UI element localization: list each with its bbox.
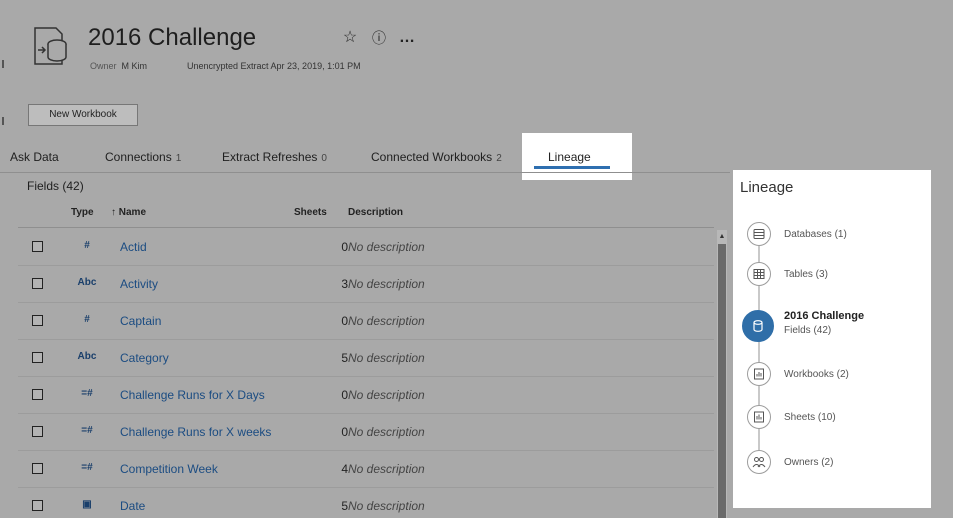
tab-connected-workbooks[interactable]: Connected Workbooks 2: [371, 150, 502, 164]
field-description: No description: [348, 425, 425, 439]
row-checkbox[interactable]: [32, 500, 43, 511]
header-divider: [18, 227, 714, 228]
tab-label: Connected Workbooks: [371, 150, 493, 164]
field-description: No description: [348, 388, 425, 402]
table-icon[interactable]: [747, 262, 771, 286]
field-name-link[interactable]: Challenge Runs for X Days: [120, 388, 265, 402]
field-description: No description: [348, 462, 425, 476]
field-name-link[interactable]: Date: [120, 499, 145, 513]
fields-count-heading: Fields (42): [27, 179, 84, 193]
datasource-icon: [32, 22, 74, 68]
tab-label: Ask Data: [10, 150, 59, 164]
tab-count: 0: [321, 153, 327, 164]
table-row[interactable]: Abc Category 5 No description: [18, 340, 714, 377]
row-checkbox[interactable]: [32, 315, 43, 326]
tab-count: 1: [175, 153, 182, 164]
tab-extract-refreshes[interactable]: Extract Refreshes 0: [222, 150, 327, 164]
row-checkbox[interactable]: [32, 389, 43, 400]
owner-name[interactable]: M Kim: [122, 61, 148, 71]
edge-mark: [2, 117, 4, 125]
extract-info: Unencrypted Extract Apr 23, 2019, 1:01 P…: [187, 61, 361, 71]
field-description: No description: [348, 314, 425, 328]
table-row[interactable]: =# Challenge Runs for X weeks 0 No descr…: [18, 414, 714, 451]
field-sheets-count: 0: [341, 425, 348, 439]
table-row[interactable]: Abc Activity 3 No description: [18, 266, 714, 303]
lineage-workbooks[interactable]: Workbooks (2): [784, 369, 849, 380]
column-header-name[interactable]: ↑ Name: [111, 207, 146, 218]
field-type-icon: =#: [81, 388, 93, 399]
favorite-star-icon[interactable]: ☆: [340, 28, 360, 48]
field-name-link[interactable]: Captain: [120, 314, 161, 328]
field-sheets-count: 0: [341, 240, 348, 254]
field-sheets-count: 0: [341, 388, 348, 402]
sheet-icon[interactable]: [747, 405, 771, 429]
field-type-icon: =#: [81, 425, 93, 436]
field-description: No description: [348, 499, 425, 513]
field-name-link[interactable]: Competition Week: [120, 462, 218, 476]
column-header-type[interactable]: Type: [71, 207, 94, 218]
field-description: No description: [348, 351, 425, 365]
owner-label: Owner M Kim: [90, 61, 147, 71]
active-tab-underline: [534, 166, 610, 169]
field-sheets-count: 4: [341, 462, 348, 476]
workbook-icon[interactable]: [747, 362, 771, 386]
row-checkbox[interactable]: [32, 463, 43, 474]
field-sheets-count: 0: [341, 314, 348, 328]
lineage-sheets[interactable]: Sheets (10): [784, 412, 836, 423]
tab-lineage[interactable]: Lineage: [548, 150, 591, 164]
field-sheets-count: 5: [341, 499, 348, 513]
scroll-up-arrow-icon[interactable]: ▲: [717, 232, 727, 242]
edge-mark: [2, 60, 4, 68]
database-icon[interactable]: [747, 222, 771, 246]
lineage-panel-title: Lineage: [740, 179, 794, 196]
row-checkbox[interactable]: [32, 278, 43, 289]
field-sheets-count: 5: [341, 351, 348, 365]
owners-icon[interactable]: [747, 450, 771, 474]
field-name-link[interactable]: Activity: [120, 277, 158, 291]
datasource-active-icon: [742, 310, 774, 342]
field-type-icon: #: [84, 240, 90, 251]
tab-connections[interactable]: Connections 1: [105, 150, 181, 164]
field-type-icon: Abc: [77, 351, 97, 362]
field-type-icon: ▣: [82, 499, 92, 510]
tab-ask-data[interactable]: Ask Data: [10, 150, 59, 164]
table-row[interactable]: =# Competition Week 4 No description: [18, 451, 714, 488]
owner-label-text: Owner: [90, 61, 117, 71]
lineage-owners[interactable]: Owners (2): [784, 457, 833, 468]
field-type-icon: Abc: [77, 277, 97, 288]
field-type-icon: #: [84, 314, 90, 325]
table-row[interactable]: =# Challenge Runs for X Days 0 No descri…: [18, 377, 714, 414]
table-row[interactable]: ▣ Date 5 No description: [18, 488, 714, 518]
field-description: No description: [348, 277, 425, 291]
field-name-link[interactable]: Challenge Runs for X weeks: [120, 425, 271, 439]
new-workbook-button[interactable]: New Workbook: [28, 104, 138, 126]
tab-label: Connections: [105, 150, 172, 164]
row-checkbox[interactable]: [32, 352, 43, 363]
scrollbar-thumb[interactable]: [718, 244, 726, 518]
table-row[interactable]: # Actid 0 No description: [18, 229, 714, 266]
info-icon[interactable]: ⓘ: [369, 28, 389, 48]
lineage-databases[interactable]: Databases (1): [784, 229, 847, 240]
lineage-tables[interactable]: Tables (3): [784, 269, 828, 280]
tab-label: Extract Refreshes: [222, 150, 318, 164]
field-type-icon: =#: [81, 462, 93, 473]
column-header-sheets[interactable]: Sheets: [294, 207, 327, 218]
tab-count: 2: [496, 153, 502, 164]
lineage-current-title: 2016 Challenge: [784, 310, 865, 322]
field-sheets-count: 3: [341, 277, 348, 291]
more-actions-icon[interactable]: …: [397, 28, 417, 48]
column-header-description[interactable]: Description: [348, 207, 403, 218]
row-checkbox[interactable]: [32, 241, 43, 252]
tab-divider: [0, 172, 730, 173]
page-title: 2016 Challenge: [88, 24, 257, 51]
field-name-link[interactable]: Actid: [120, 240, 147, 254]
row-checkbox[interactable]: [32, 426, 43, 437]
field-description: No description: [348, 240, 425, 254]
lineage-current-datasource: 2016 Challenge Fields (42): [784, 310, 864, 336]
lineage-current-fields: Fields (42): [784, 325, 832, 336]
table-row[interactable]: # Captain 0 No description: [18, 303, 714, 340]
field-name-link[interactable]: Category: [120, 351, 169, 365]
